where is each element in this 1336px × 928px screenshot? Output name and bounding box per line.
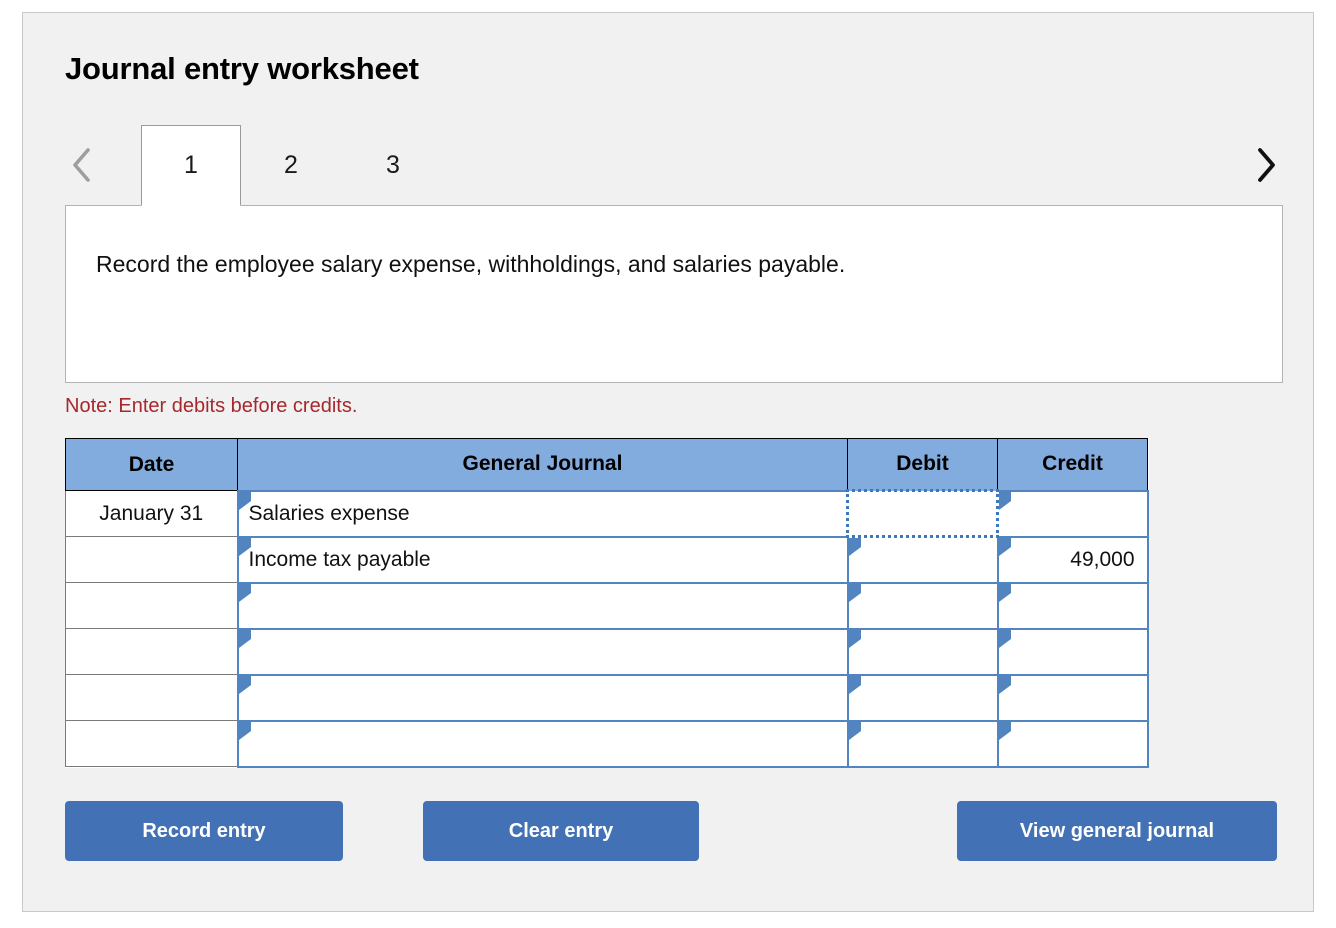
tab-label: 2 (284, 151, 298, 179)
cell-account-name[interactable] (236, 627, 849, 676)
table-row: Income tax payable 49,000 (65, 535, 1149, 584)
cell-account-name[interactable]: Income tax payable (236, 535, 849, 584)
cell-credit-amount[interactable] (996, 627, 1149, 676)
chevron-left-icon (70, 146, 94, 184)
cell-account-name[interactable] (236, 673, 849, 722)
view-general-journal-button[interactable]: View general journal (957, 801, 1277, 861)
tab-page-1[interactable]: 1 (141, 125, 241, 206)
column-header-credit: Credit (997, 438, 1148, 491)
page-title: Journal entry worksheet (65, 51, 419, 86)
cell-debit-amount[interactable] (846, 719, 999, 768)
cell-account-text: Salaries expense (248, 501, 410, 525)
tab-label: 3 (386, 151, 400, 179)
table-row (65, 719, 1149, 768)
tab-strip: 1 2 3 (65, 125, 1283, 206)
cell-credit-amount[interactable] (996, 581, 1149, 630)
cell-date[interactable]: January 31 (65, 490, 238, 537)
cell-debit-amount[interactable] (846, 627, 999, 676)
table-row: January 31 Salaries expense (65, 489, 1149, 538)
chevron-right-icon (1254, 146, 1278, 184)
instruction-text: Record the employee salary expense, with… (96, 251, 846, 277)
table-header: Date General Journal Debit Credit (65, 438, 1148, 491)
table-header-row: Date General Journal Debit Credit (65, 438, 1148, 491)
cell-date[interactable] (65, 628, 238, 675)
tab-page-2[interactable]: 2 (241, 125, 341, 206)
tab-page-3[interactable]: 3 (343, 125, 443, 206)
cell-credit-amount[interactable] (996, 489, 1149, 538)
column-header-debit: Debit (847, 438, 998, 491)
cell-date[interactable] (65, 582, 238, 629)
clear-entry-button[interactable]: Clear entry (423, 801, 699, 861)
cell-debit-amount[interactable] (846, 581, 999, 630)
cell-account-name[interactable] (236, 581, 849, 630)
tab-label: 1 (184, 151, 198, 179)
cell-date[interactable] (65, 720, 238, 767)
cell-account-name[interactable] (236, 719, 849, 768)
table-row (65, 627, 1149, 676)
cell-credit-amount[interactable] (996, 719, 1149, 768)
cell-account-name[interactable]: Salaries expense (236, 489, 849, 538)
table-row (65, 673, 1149, 722)
next-page-button[interactable] (1249, 141, 1283, 189)
table-body: January 31 Salaries expense Income tax pay… (65, 489, 1149, 768)
cell-credit-text: 49,000 (1070, 547, 1135, 571)
table-row (65, 581, 1149, 630)
cell-debit-amount[interactable] (846, 673, 999, 722)
cell-date[interactable] (65, 536, 238, 583)
column-header-date: Date (65, 438, 238, 491)
cell-credit-amount[interactable] (996, 673, 1149, 722)
cell-account-text: Income tax payable (248, 547, 431, 571)
cell-debit-amount[interactable] (846, 489, 999, 538)
record-entry-button[interactable]: Record entry (65, 801, 343, 861)
cell-date[interactable] (65, 674, 238, 721)
journal-entry-table: Date General Journal Debit Credit Januar… (65, 438, 1149, 768)
instruction-panel: Record the employee salary expense, with… (65, 205, 1283, 383)
cell-debit-amount[interactable] (846, 535, 999, 584)
debits-before-credits-note: Note: Enter debits before credits. (65, 395, 358, 417)
prev-page-button[interactable] (65, 141, 99, 189)
cell-credit-amount[interactable]: 49,000 (996, 535, 1149, 584)
column-header-general-journal: General Journal (237, 438, 848, 491)
worksheet-panel: Journal entry worksheet 1 2 3 Record the e… (22, 12, 1314, 912)
